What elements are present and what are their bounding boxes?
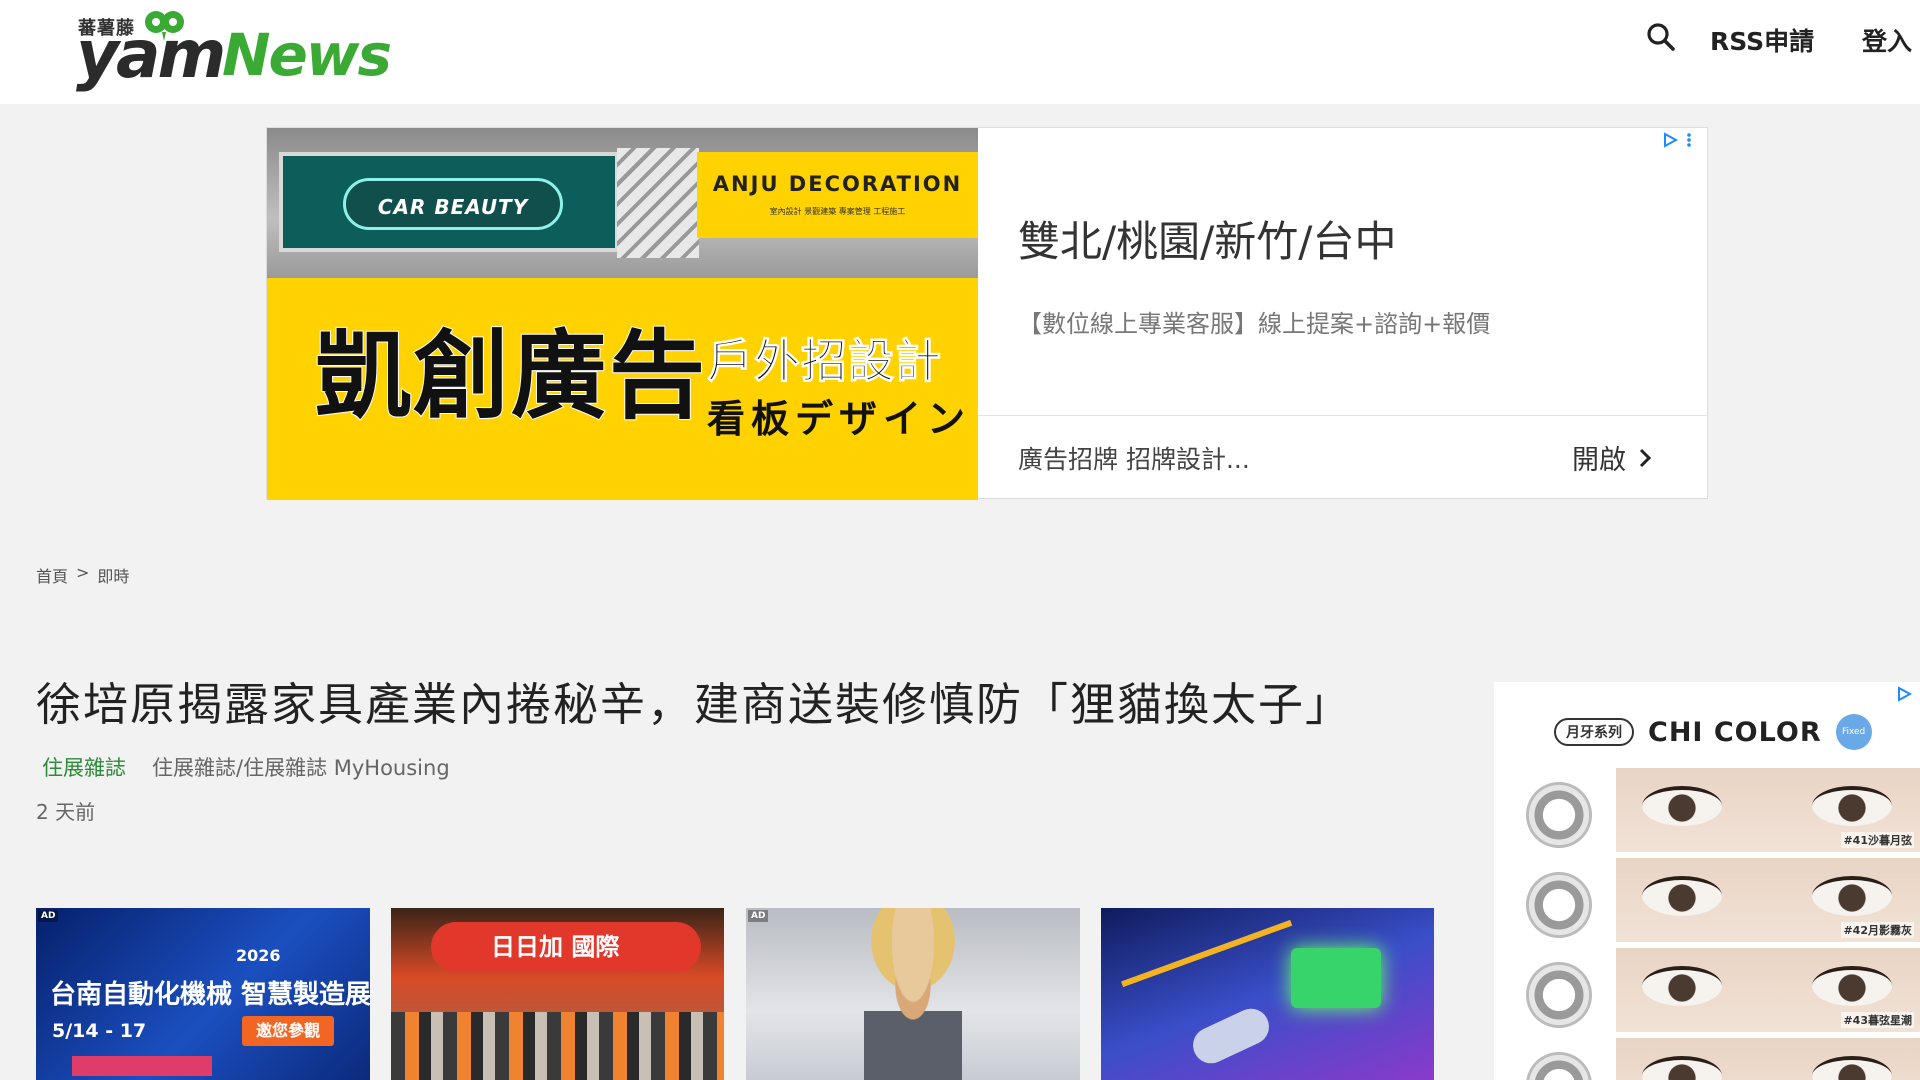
anju-decoration-sign: ANJU DECORATION 室內設計 景觀建築 專案管理 工程施工 [697,152,978,238]
booth-crowd [391,1012,724,1080]
rss-subscribe-link[interactable]: RSS申請 [1710,22,1814,58]
ad-footer-text: 廣告招牌 招牌設計... [1018,445,1250,474]
lens-product-row[interactable] [1514,1038,1920,1080]
ad-text-panel[interactable]: 雙北/桃園/新竹/台中 【數位線上專業客服】線上提案+諮詢+報價 廣告招牌 招牌… [978,128,1708,500]
lens-code: #42月影霧灰 [1841,922,1914,938]
article-title: 徐培原揭露家具產業內捲秘辛，建商送裝修慎防「狸貓換太子」 [36,678,1353,731]
anju-decoration-subtext: 室內設計 景觀建築 專案管理 工程施工 [769,207,906,216]
series-label: 月牙系列 [1554,718,1634,746]
breadcrumb: 首頁 > 即時 [36,563,129,587]
breadcrumb-current[interactable]: 即時 [97,563,129,587]
anju-decoration-text: ANJU DECORATION [712,172,963,196]
lens-image [1526,962,1592,1028]
breadcrumb-home[interactable]: 首頁 [36,563,68,587]
expo-visit-button: 邀您參觀 [242,1016,334,1046]
ad-tag: AD [748,910,769,922]
expo-year: 2026 [236,946,281,965]
car-beauty-sign: CAR BEAUTY [279,152,619,252]
lens-product-row[interactable]: #43暮弦星潮 [1514,948,1920,1032]
thumbnail-ad-woman[interactable]: AD [746,908,1080,1080]
expo-date: 5/14 - 17 [52,1020,147,1042]
ad-banner-image[interactable]: CAR BEAUTY ANJU DECORATION 室內設計 景觀建築 專案管… [267,128,978,500]
article-source-link[interactable]: 住展雜誌 [36,752,126,782]
more-options-icon[interactable] [1686,132,1692,148]
ad-divider [978,415,1708,416]
ad-choices[interactable] [1662,132,1692,148]
site-header: 蕃薯藤 yam News RSS申請 登入 [0,0,1920,104]
lens-image [1526,872,1592,938]
booth-sign: 日日加 國際 [431,922,701,972]
eyes-photo: #42月影霧灰 [1616,858,1920,942]
eyes-photo [1616,1038,1920,1080]
search-icon[interactable] [1646,22,1676,52]
ad-description: 【數位線上專業客服】線上提案+諮詢+報價 [1018,310,1491,338]
brand-name: CHI COLOR [1648,716,1822,748]
ad-sub-line-1: 戶外招設計 [707,334,942,388]
ad-title[interactable]: 雙北/桃園/新竹/台中 [1018,208,1396,269]
ad-open-button[interactable]: 開啟 [1572,438,1652,477]
yam-news-logo[interactable]: 蕃薯藤 yam News [76,8,392,98]
lens-product-row[interactable]: #42月影霧灰 [1514,858,1920,942]
article-author: 住展雜誌/住展雜誌 MyHousing [152,756,450,780]
ad-big-title: 凱創廣告 [314,319,707,432]
thumbnail-tech-rocket[interactable] [1101,908,1434,1080]
ad-sub-line-2: 看板デザイン [707,397,972,441]
ad-open-label: 開啟 [1572,445,1626,476]
sidebar-contact-lens-ad[interactable]: 月牙系列 CHI COLOR Fixed #41沙暮月弦 #42月影霧灰 #43… [1494,682,1920,1080]
logo-news-text: News [222,21,392,89]
adchoices-icon[interactable] [1662,132,1678,148]
car-beauty-text: CAR BEAUTY [377,195,529,219]
lens-brand: 月牙系列 CHI COLOR Fixed [1554,714,1872,750]
lens-code: #41沙暮月弦 [1841,832,1914,848]
login-link[interactable]: 登入 [1862,22,1912,58]
adchoices-icon[interactable] [1896,686,1912,702]
chevron-right-icon [1639,448,1652,467]
top-banner-ad[interactable]: CAR BEAUTY ANJU DECORATION 室內設計 景觀建築 專案管… [266,127,1708,500]
lens-image [1526,782,1592,848]
eyes-photo: #43暮弦星潮 [1616,948,1920,1032]
logo-yam-text: yam [76,16,226,93]
woman-figure [864,908,962,1080]
lens-code: #43暮弦星潮 [1841,1012,1914,1028]
breadcrumb-separator: > [76,563,90,582]
eyes-photo: #41沙暮月弦 [1616,768,1920,852]
fixed-badge: Fixed [1835,714,1872,750]
expo-title: 台南自動化機械 智慧製造展 [50,980,370,1010]
article-time: 2 天前 [36,800,96,824]
expo-bottom-strip [72,1056,212,1076]
thumbnail-ad-automation-expo[interactable]: AD 2026 台南自動化機械 智慧製造展 5/14 - 17 邀您參觀 [36,908,370,1080]
lens-product-row[interactable]: #41沙暮月弦 [1514,768,1920,852]
chip-graphic [1291,948,1381,1008]
thumbnail-exhibition-booth[interactable]: 日日加 國際 [391,908,724,1080]
ad-tag: AD [38,910,59,922]
article-meta: 住展雜誌 住展雜誌/住展雜誌 MyHousing [36,752,450,782]
stairs-decoration [617,148,699,258]
storefront-photo: CAR BEAUTY ANJU DECORATION 室內設計 景觀建築 專案管… [267,128,978,278]
lens-image [1526,1052,1592,1080]
